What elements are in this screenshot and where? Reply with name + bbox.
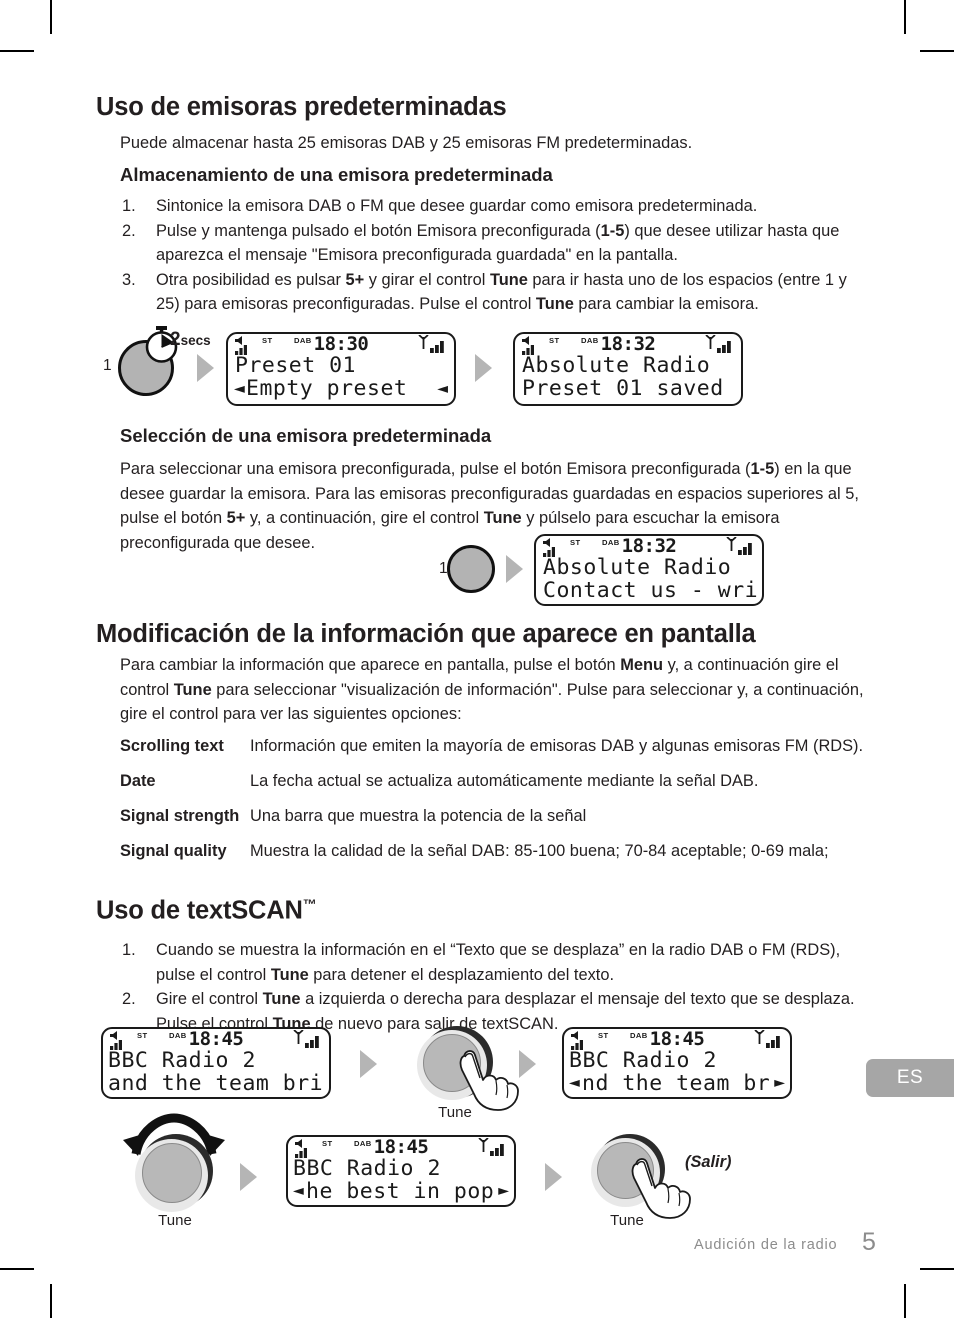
option-term: Scrolling text: [120, 737, 224, 755]
option-term: Date: [120, 772, 156, 791]
page-title-textscan: Uso de textSCAN™: [96, 896, 317, 926]
option-row: Scrolling text Información que emiten la…: [120, 734, 880, 759]
store-preset-steps: 1. Sintonice la emisora DAB o FM que des…: [120, 194, 860, 317]
manual-page: Uso de emisoras predeterminadas Puede al…: [0, 0, 954, 1318]
list-item: 1. Cuando se muestra la información en e…: [120, 938, 875, 987]
list-item-number: 1.: [122, 197, 136, 215]
list-item-number: 3.: [122, 270, 136, 289]
signal-strength-bars-icon: [305, 1036, 319, 1048]
presets-intro-text: Puede almacenar hasta 25 emisoras DAB y …: [120, 134, 693, 152]
list-item: 2. Pulse y mantenga pulsado el botón Emi…: [120, 219, 860, 268]
lcd-scroll-right-icon: ►: [774, 1075, 785, 1091]
language-tab-es: ES: [866, 1059, 954, 1097]
lcd-screen-textscan-3: ST DAB 18:45 BBC Radio 2 he best in pop …: [286, 1135, 516, 1207]
exit-annotation: (Salir): [685, 1153, 732, 1171]
lcd-line-2: Contact us - wri: [543, 578, 759, 603]
option-term: Signal quality: [120, 842, 227, 861]
lcd-line-1: Preset 01: [235, 353, 356, 378]
hold-duration-label: 2secs: [170, 329, 211, 351]
signal-strength-bars-icon: [717, 341, 731, 353]
flow-arrow-icon: [545, 1163, 562, 1191]
signal-strength-bars-icon: [430, 341, 444, 353]
lcd-scroll-right-icon: ►: [498, 1183, 509, 1199]
antenna-icon: [293, 1030, 304, 1044]
lcd-scroll-right-icon: ◄: [437, 381, 448, 397]
lcd-scroll-left-icon: ◄: [293, 1183, 304, 1199]
knob-step-number-1: 1: [103, 357, 112, 374]
lcd-scroll-left-icon: ◄: [234, 381, 245, 397]
subheading-store-preset: Almacenamiento de una emisora predetermi…: [120, 164, 553, 185]
list-item-number: 2.: [122, 221, 136, 240]
subheading-select-preset: Selección de una emisora predeterminada: [120, 425, 492, 446]
tune-knob-rotate[interactable]: [135, 1134, 215, 1214]
tune-knob-label: Tune: [158, 1212, 192, 1229]
option-description: Muestra la calidad de la señal DAB: 85-1…: [250, 842, 829, 861]
lcd-line-1: Absolute Radio: [543, 555, 732, 580]
option-description: Información que emiten la mayoría de emi…: [250, 737, 864, 755]
flow-arrow-icon: [506, 555, 523, 583]
list-item: 1. Sintonice la emisora DAB o FM que des…: [120, 194, 860, 219]
signal-strength-bars-icon: [490, 1144, 504, 1156]
hold-duration-unit: secs: [180, 333, 211, 348]
list-item-number: 2.: [122, 990, 136, 1009]
lcd-screen-preset-saved: ST DAB 18:32 Absolute Radio Preset 01 sa…: [513, 332, 743, 406]
preset-button-knob[interactable]: [447, 545, 495, 593]
option-row: Signal strength Una barra que muestra la…: [120, 804, 880, 829]
knob-face: [142, 1143, 202, 1203]
lcd-line-1: BBC Radio 2: [293, 1156, 441, 1181]
trademark-symbol: ™: [302, 896, 317, 912]
lcd-line-2: Preset 01 saved: [522, 376, 724, 401]
list-item-text: Otra posibilidad es pulsar 5+ y girar el…: [156, 270, 847, 314]
list-item-text: Cuando se muestra la información en el “…: [156, 941, 841, 984]
tune-knob-label: Tune: [438, 1104, 472, 1121]
option-row: Date La fecha actual se actualiza automá…: [120, 769, 880, 794]
option-term: Signal strength: [120, 807, 240, 826]
flow-arrow-icon: [360, 1050, 377, 1078]
flow-arrow-icon: [475, 354, 492, 382]
textscan-heading-text: Uso de textSCAN: [96, 896, 303, 925]
lcd-line-1: BBC Radio 2: [569, 1048, 717, 1073]
lcd-screen-preset-empty: ST DAB 18:30 Preset 01 Empty preset ◄ ◄: [226, 332, 456, 406]
antenna-icon: [705, 335, 716, 349]
antenna-icon: [418, 335, 429, 349]
antenna-icon: [726, 537, 737, 551]
option-description: Una barra que muestra la potencia de la …: [250, 807, 587, 826]
list-item-text: Sintonice la emisora DAB o FM que desee …: [156, 197, 758, 215]
flow-arrow-icon: [240, 1163, 257, 1191]
lcd-screen-textscan-2: ST DAB 18:45 BBC Radio 2 nd the team br …: [562, 1027, 792, 1099]
list-item: 3. Otra posibilidad es pulsar 5+ y girar…: [120, 268, 860, 317]
lcd-line-1: Absolute Radio: [522, 353, 711, 378]
lcd-screen-select-preset: ST DAB 18:32 Absolute Radio Contact us -…: [534, 534, 764, 606]
signal-strength-bars-icon: [766, 1036, 780, 1048]
display-info-body: Para cambiar la información que aparece …: [120, 656, 864, 724]
tune-knob-label: Tune: [610, 1212, 644, 1229]
lcd-line-2: and the team bri: [108, 1071, 324, 1096]
antenna-icon: [754, 1030, 765, 1044]
antenna-icon: [478, 1138, 489, 1152]
lcd-line-2: Empty preset: [246, 376, 408, 401]
list-item-text: Pulse y mantenga pulsado el botón Emisor…: [156, 221, 840, 265]
signal-strength-bars-icon: [738, 543, 752, 555]
page-title-presets: Uso de emisoras predeterminadas: [96, 93, 507, 121]
list-item-number: 1.: [122, 941, 136, 959]
flow-arrow-icon: [519, 1050, 536, 1078]
hold-duration-value: 2: [170, 329, 181, 350]
textscan-steps: 1. Cuando se muestra la información en e…: [120, 938, 875, 1036]
lcd-line-1: BBC Radio 2: [108, 1048, 256, 1073]
flow-arrow-icon: [197, 354, 214, 382]
option-description: La fecha actual se actualiza automáticam…: [250, 772, 759, 791]
display-info-options: Scrolling text Información que emiten la…: [120, 734, 880, 874]
page-number: 5: [862, 1228, 876, 1256]
lcd-line-2: nd the team br: [582, 1071, 771, 1096]
lcd-scroll-left-icon: ◄: [569, 1075, 580, 1091]
lcd-screen-textscan-1: ST DAB 18:45 BBC Radio 2 and the team br…: [101, 1027, 331, 1099]
footer-section-label: Audición de la radio: [694, 1237, 838, 1253]
option-row: Signal quality Muestra la calidad de la …: [120, 839, 880, 864]
page-title-display-info: Modificación de la información que apare…: [96, 620, 756, 648]
lcd-line-2: he best in pop: [306, 1179, 495, 1204]
